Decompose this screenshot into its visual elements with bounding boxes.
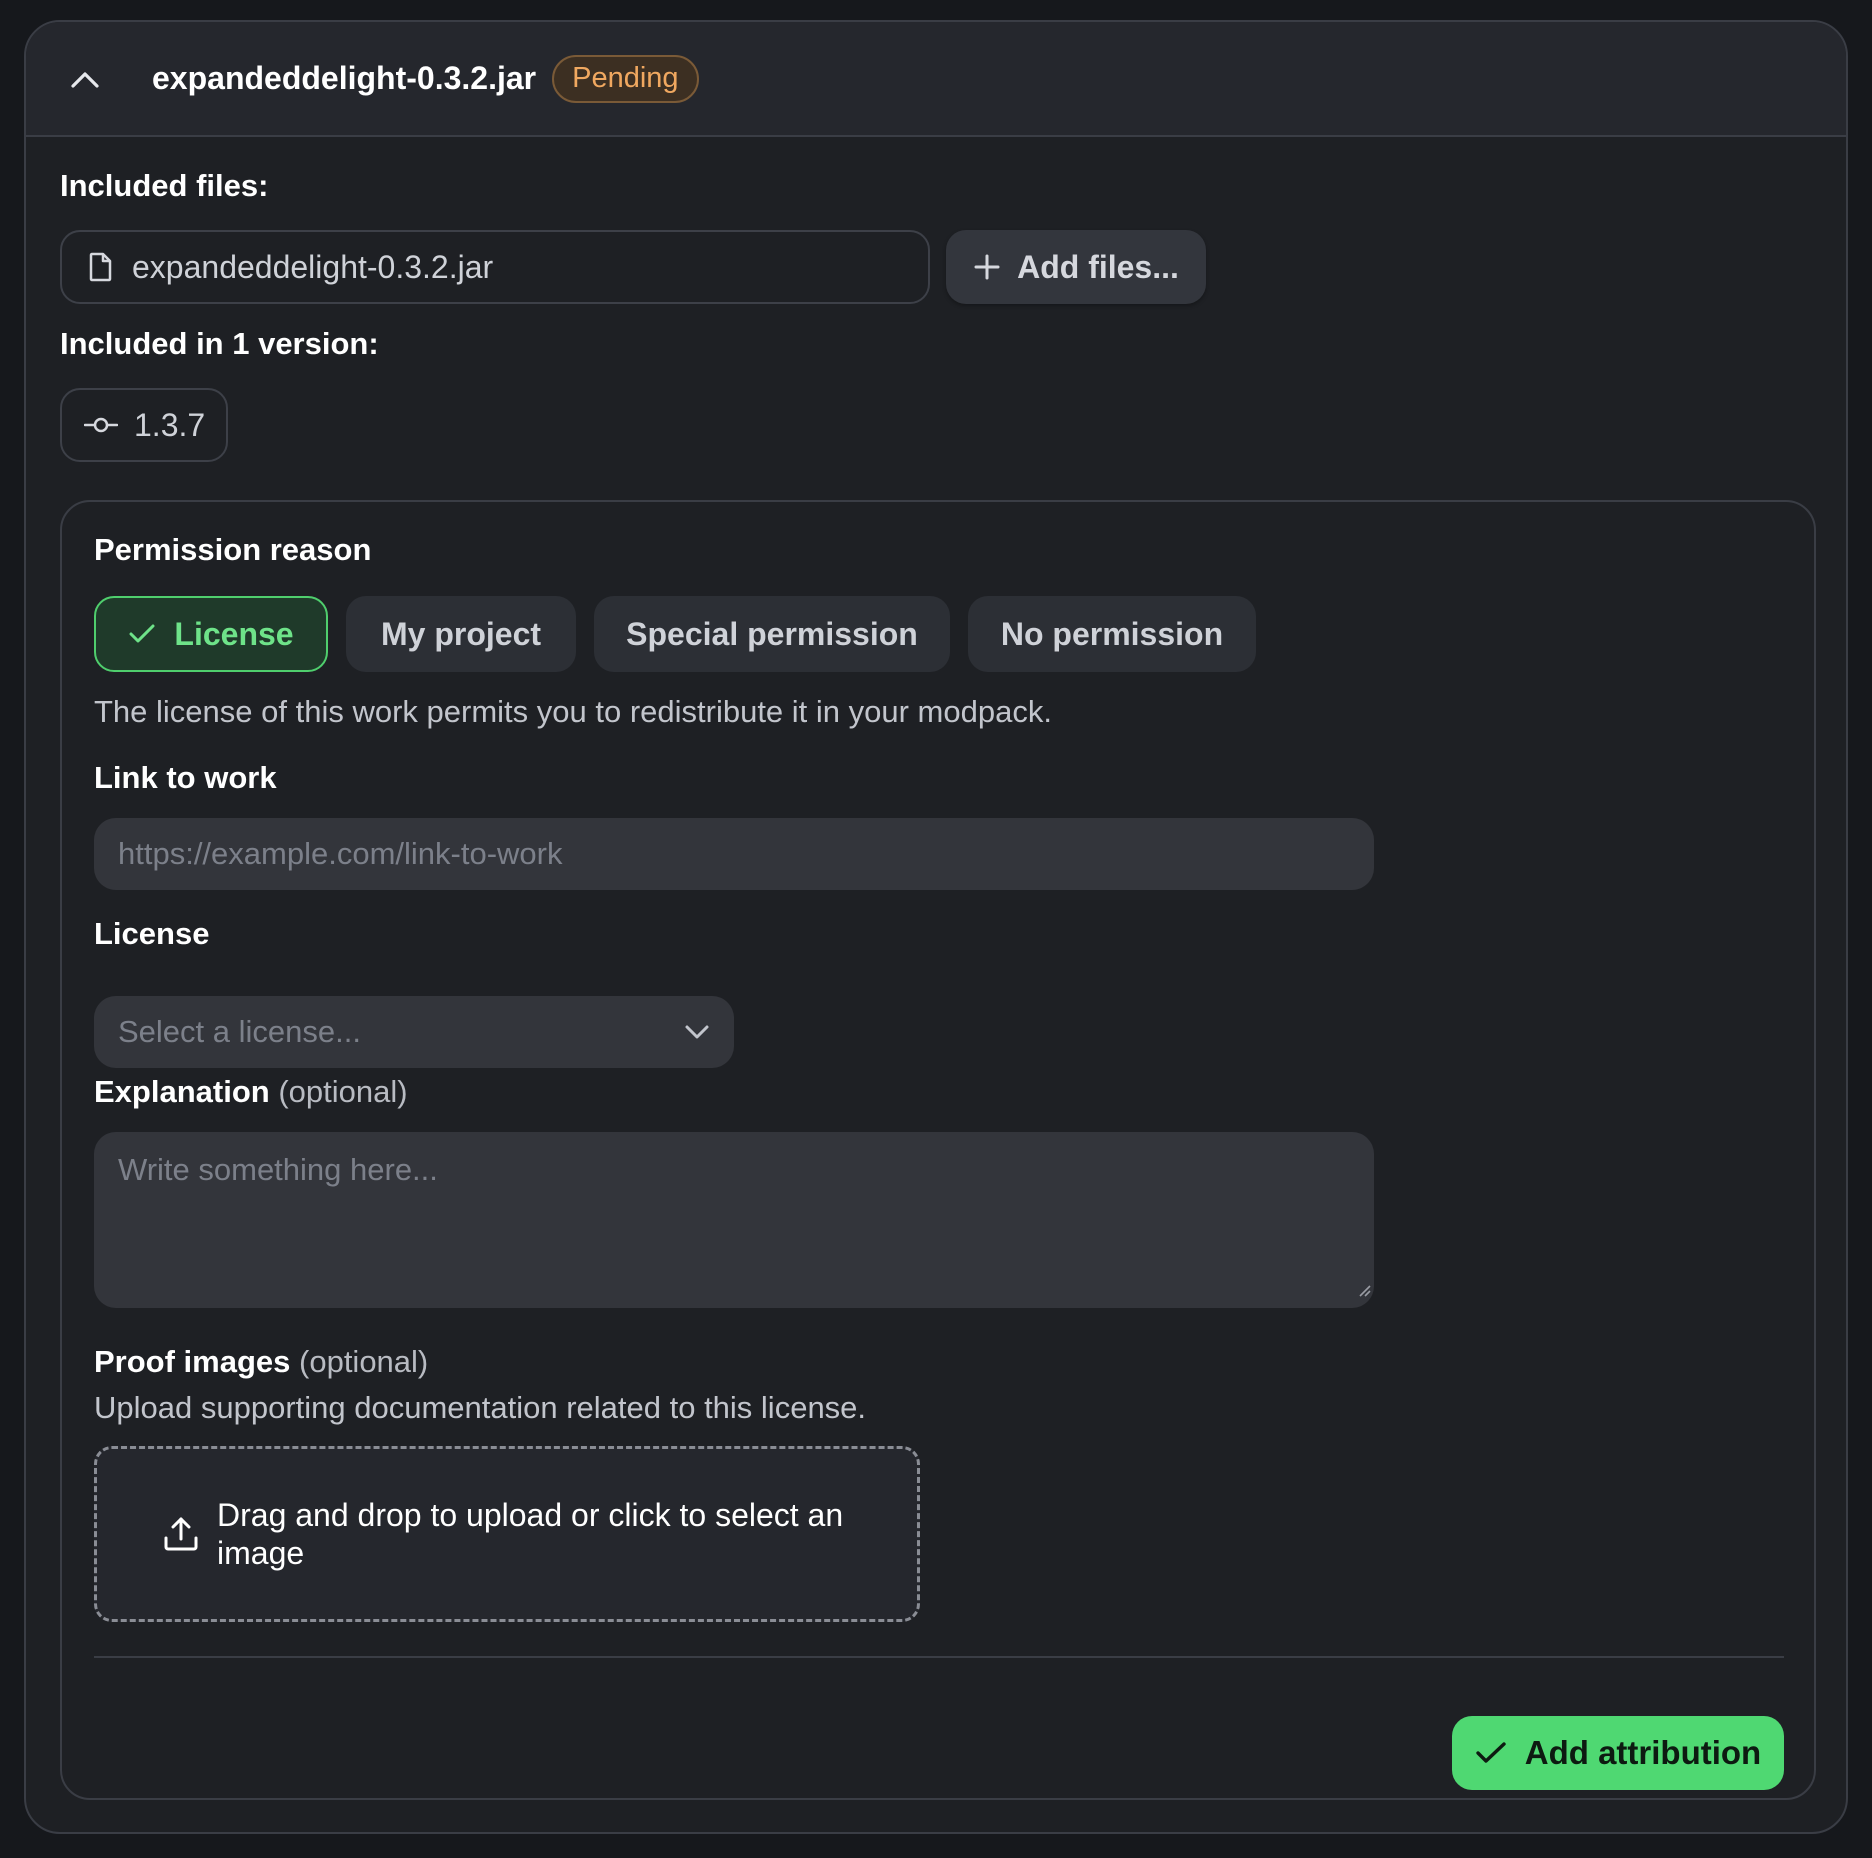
reason-my-project-button[interactable]: My project xyxy=(346,596,576,672)
resize-handle-icon[interactable] xyxy=(1356,1270,1372,1306)
file-title: expandeddelight-0.3.2.jar xyxy=(152,60,537,96)
attribution-card: expandeddelight-0.3.2.jar Pending Includ… xyxy=(24,20,1848,1834)
add-attribution-label: Add attribution xyxy=(1524,1734,1762,1771)
commit-icon xyxy=(84,415,118,435)
link-placeholder: https://example.com/link-to-work xyxy=(118,836,563,871)
link-label: Link to work xyxy=(94,760,277,795)
version-item[interactable]: 1.3.7 xyxy=(60,388,228,462)
card-header: expandeddelight-0.3.2.jar Pending xyxy=(26,22,1846,137)
permission-reason-label: Permission reason xyxy=(94,532,372,567)
explanation-label: Explanation (optional) xyxy=(94,1074,408,1110)
check-icon xyxy=(128,623,156,645)
reason-no-permission-label: No permission xyxy=(1000,615,1224,652)
plus-icon xyxy=(973,253,1001,281)
reason-description: The license of this work permits you to … xyxy=(94,694,1052,729)
version-label: 1.3.7 xyxy=(134,406,206,443)
reason-my-project-label: My project xyxy=(380,615,542,652)
included-versions-label: Included in 1 version: xyxy=(60,326,379,361)
explanation-optional: (optional) xyxy=(278,1074,408,1109)
chevron-down-icon xyxy=(684,1024,710,1040)
reason-no-permission-button[interactable]: No permission xyxy=(968,596,1256,672)
reason-license-label: License xyxy=(174,615,294,652)
upload-icon xyxy=(163,1516,199,1552)
license-label: License xyxy=(94,916,210,951)
file-icon xyxy=(88,252,114,282)
proof-images-description: Upload supporting documentation related … xyxy=(94,1390,867,1425)
add-attribution-button[interactable]: Add attribution xyxy=(1452,1716,1784,1790)
license-placeholder: Select a license... xyxy=(118,1014,361,1049)
explanation-placeholder: Write something here... xyxy=(118,1152,438,1187)
reason-license-button[interactable]: License xyxy=(94,596,328,672)
collapse-button[interactable] xyxy=(62,49,152,109)
proof-images-optional: (optional) xyxy=(299,1344,429,1379)
image-dropzone[interactable]: Drag and drop to upload or click to sele… xyxy=(94,1446,920,1622)
proof-images-title: Proof images xyxy=(94,1344,291,1379)
license-select[interactable]: Select a license... xyxy=(94,996,734,1068)
permission-form: Permission reason License My project Spe… xyxy=(60,500,1816,1800)
proof-images-label: Proof images (optional) xyxy=(94,1344,428,1380)
add-files-label: Add files... xyxy=(1017,248,1179,285)
check-icon xyxy=(1475,1741,1507,1765)
reason-special-permission-button[interactable]: Special permission xyxy=(594,596,950,672)
add-files-button[interactable]: Add files... xyxy=(946,230,1206,304)
chevron-up-icon xyxy=(70,69,100,89)
status-badge: Pending xyxy=(552,54,699,103)
dropzone-text: Drag and drop to upload or click to sele… xyxy=(217,1497,844,1571)
reason-special-permission-label: Special permission xyxy=(626,615,918,652)
explanation-textarea[interactable]: Write something here... xyxy=(94,1132,1374,1308)
included-file-name: expandeddelight-0.3.2.jar xyxy=(132,248,494,285)
explanation-title: Explanation xyxy=(94,1074,270,1109)
link-input[interactable]: https://example.com/link-to-work xyxy=(94,818,1374,890)
form-divider xyxy=(94,1656,1784,1658)
included-files-label: Included files: xyxy=(60,168,269,203)
included-file-item: expandeddelight-0.3.2.jar xyxy=(60,230,930,304)
